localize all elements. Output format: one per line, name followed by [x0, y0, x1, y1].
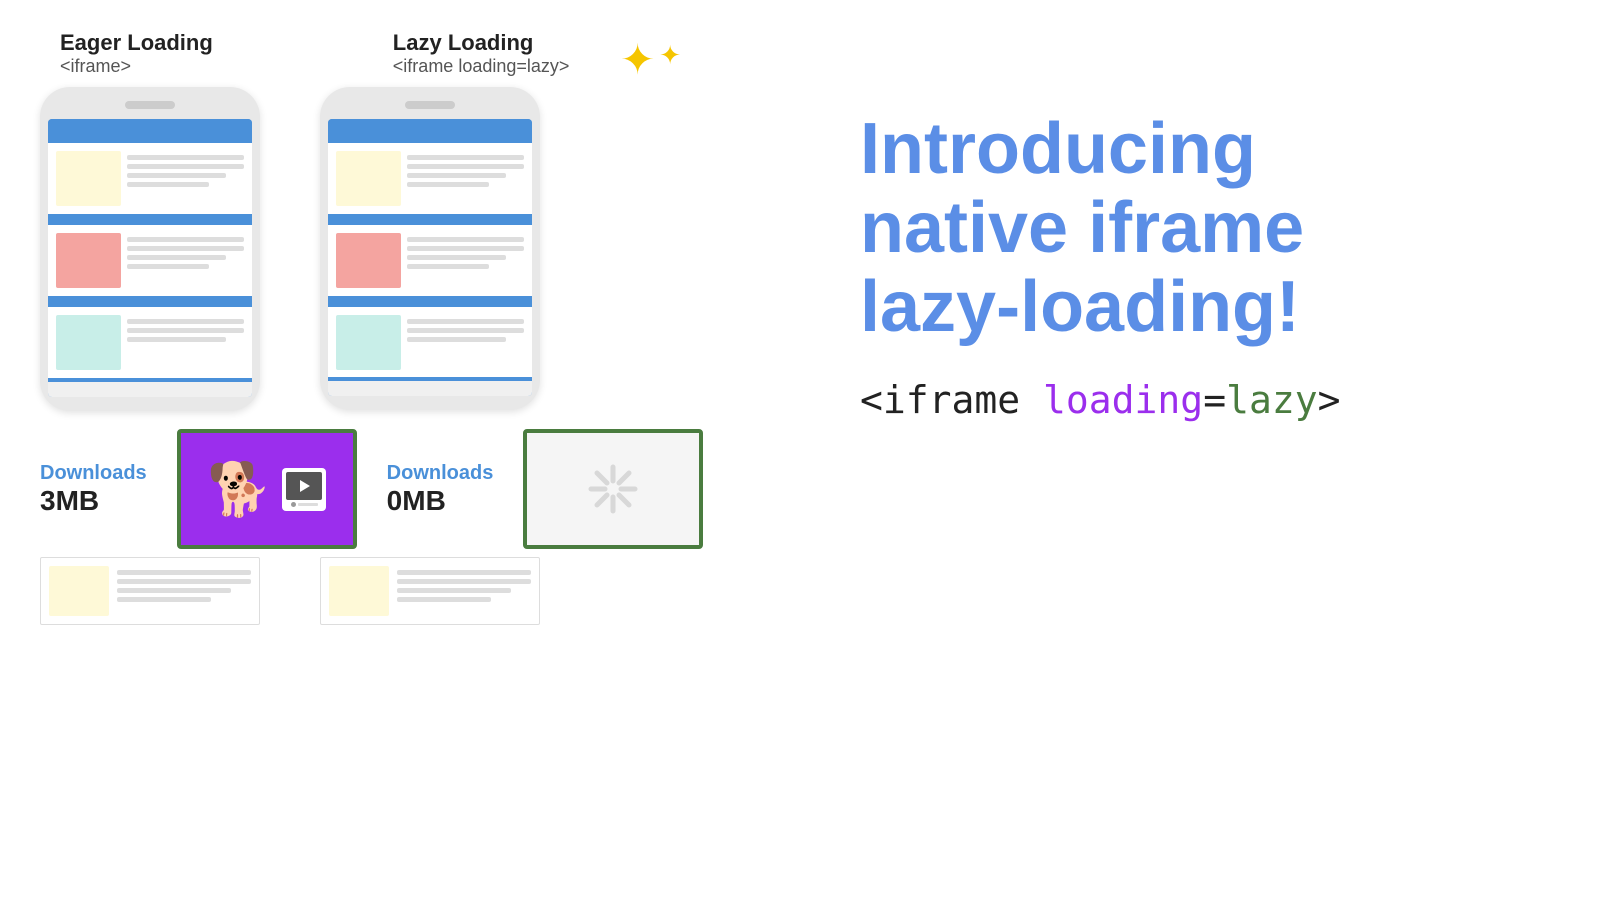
- code-lazy-part: lazy: [1226, 378, 1318, 422]
- lazy-label: Lazy Loading <iframe loading=lazy> ✦✦: [393, 30, 570, 77]
- phone-header-bar-lazy: [328, 119, 532, 139]
- lazy-title: Lazy Loading: [393, 30, 570, 56]
- lazy-iframe-preview: [523, 429, 703, 549]
- code-close-part: >: [1318, 378, 1341, 422]
- introducing-text: Introducing native iframe lazy-loading!: [860, 110, 1560, 348]
- lazy-lines-3: [407, 315, 524, 342]
- phone-notch-lazy: [405, 101, 455, 109]
- text-section: Introducing native iframe lazy-loading! …: [800, 30, 1560, 422]
- video-icon-box: [282, 468, 326, 511]
- phone-labels-row: Eager Loading <iframe> Lazy Loading <ifr…: [60, 30, 569, 77]
- lazy-download-stat: Downloads 0MB: [387, 462, 494, 517]
- lazy-section-1: [328, 143, 532, 214]
- phone-header-bar: [48, 119, 252, 139]
- introducing-line3: lazy-loading!: [860, 268, 1560, 347]
- eager-label: Eager Loading <iframe>: [60, 30, 213, 77]
- below-eager-lines: [117, 566, 251, 616]
- eager-download-size: 3MB: [40, 485, 147, 517]
- introducing-line2: native iframe: [860, 189, 1560, 268]
- main-container: Eager Loading <iframe> Lazy Loading <ifr…: [0, 0, 1600, 919]
- eager-subtitle: <iframe>: [60, 56, 213, 77]
- lazy-lines-1: [407, 151, 524, 187]
- eager-section-3: [48, 307, 252, 378]
- code-text-bottom: <iframe loading=lazy>: [860, 378, 1560, 422]
- eager-iframe-preview: 🐕: [177, 429, 357, 549]
- lazy-phone-screen: [328, 119, 532, 396]
- below-eager-box: [40, 557, 260, 625]
- below-phones-row: [40, 557, 540, 625]
- phone-notch-eager: [125, 101, 175, 109]
- eager-lines-3: [127, 315, 244, 342]
- lazy-download-size: 0MB: [387, 485, 494, 517]
- eager-block-pink: [56, 233, 121, 288]
- lazy-subtitle: <iframe loading=lazy>: [393, 56, 570, 77]
- lazy-block-yellow: [336, 151, 401, 206]
- video-play-button: [286, 472, 322, 500]
- below-eager-block: [49, 566, 109, 616]
- eager-phone-mockup: [40, 87, 260, 411]
- below-lazy-box: [320, 557, 540, 625]
- below-lazy-lines: [397, 566, 531, 616]
- code-equals-part: =: [1203, 378, 1226, 422]
- eager-title: Eager Loading: [60, 30, 213, 56]
- lazy-section-2: [328, 225, 532, 296]
- lazy-lines-2: [407, 233, 524, 269]
- eager-section-2: [48, 225, 252, 296]
- lazy-section-3: [328, 307, 532, 377]
- lazy-block-teal: [336, 315, 401, 370]
- eager-lines-2: [127, 233, 244, 269]
- eager-download-stat: Downloads 3MB: [40, 462, 147, 517]
- lazy-download-label: Downloads: [387, 462, 494, 485]
- eager-phone-screen: [48, 119, 252, 397]
- phones-section: Eager Loading <iframe> Lazy Loading <ifr…: [40, 30, 800, 625]
- sparkle-icon: ✦✦: [620, 35, 677, 84]
- play-triangle-icon: [300, 480, 310, 492]
- downloads-previews-row: Downloads 3MB 🐕 Downloads: [40, 429, 703, 549]
- eager-section-1: [48, 143, 252, 214]
- code-loading-part: loading: [1043, 378, 1203, 422]
- eager-block-teal: [56, 315, 121, 370]
- phones-row: [40, 87, 540, 411]
- loading-spinner-icon: [583, 459, 643, 519]
- introducing-line1: Introducing: [860, 110, 1560, 189]
- eager-lines-1: [127, 151, 244, 187]
- below-lazy-block: [329, 566, 389, 616]
- lazy-phone-mockup: [320, 87, 540, 410]
- eager-download-label: Downloads: [40, 462, 147, 485]
- code-iframe-part: <iframe: [860, 378, 1043, 422]
- lazy-block-pink: [336, 233, 401, 288]
- eager-block-yellow: [56, 151, 121, 206]
- dog-icon: 🐕: [207, 459, 272, 520]
- video-controls: [291, 502, 318, 507]
